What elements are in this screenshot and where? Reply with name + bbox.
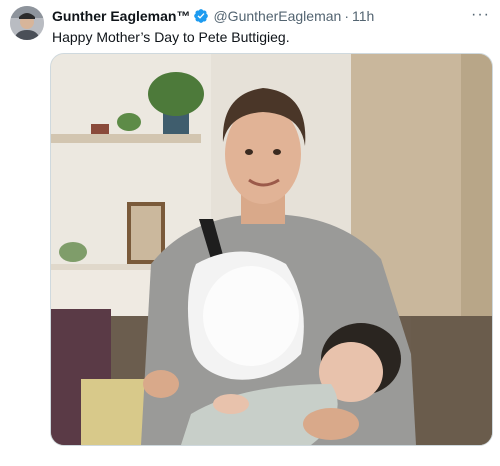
avatar[interactable] <box>10 6 44 40</box>
photo-illustration <box>51 54 492 445</box>
user-handle[interactable]: @GuntherEagleman <box>213 8 341 24</box>
separator-dot: · <box>344 8 349 24</box>
tweet-image[interactable] <box>50 53 493 446</box>
display-name[interactable]: Gunther Eagleman™ <box>52 8 190 24</box>
more-options-icon[interactable]: ··· <box>471 6 490 24</box>
tweet-header: Gunther Eagleman™ @GuntherEagleman · 11h <box>52 8 472 24</box>
timestamp[interactable]: 11h <box>352 8 374 24</box>
tweet-text: Happy Mother’s Day to Pete Buttigieg. <box>52 29 290 45</box>
tweet: Gunther Eagleman™ @GuntherEagleman · 11h… <box>0 0 500 466</box>
verified-badge-icon <box>193 8 209 24</box>
